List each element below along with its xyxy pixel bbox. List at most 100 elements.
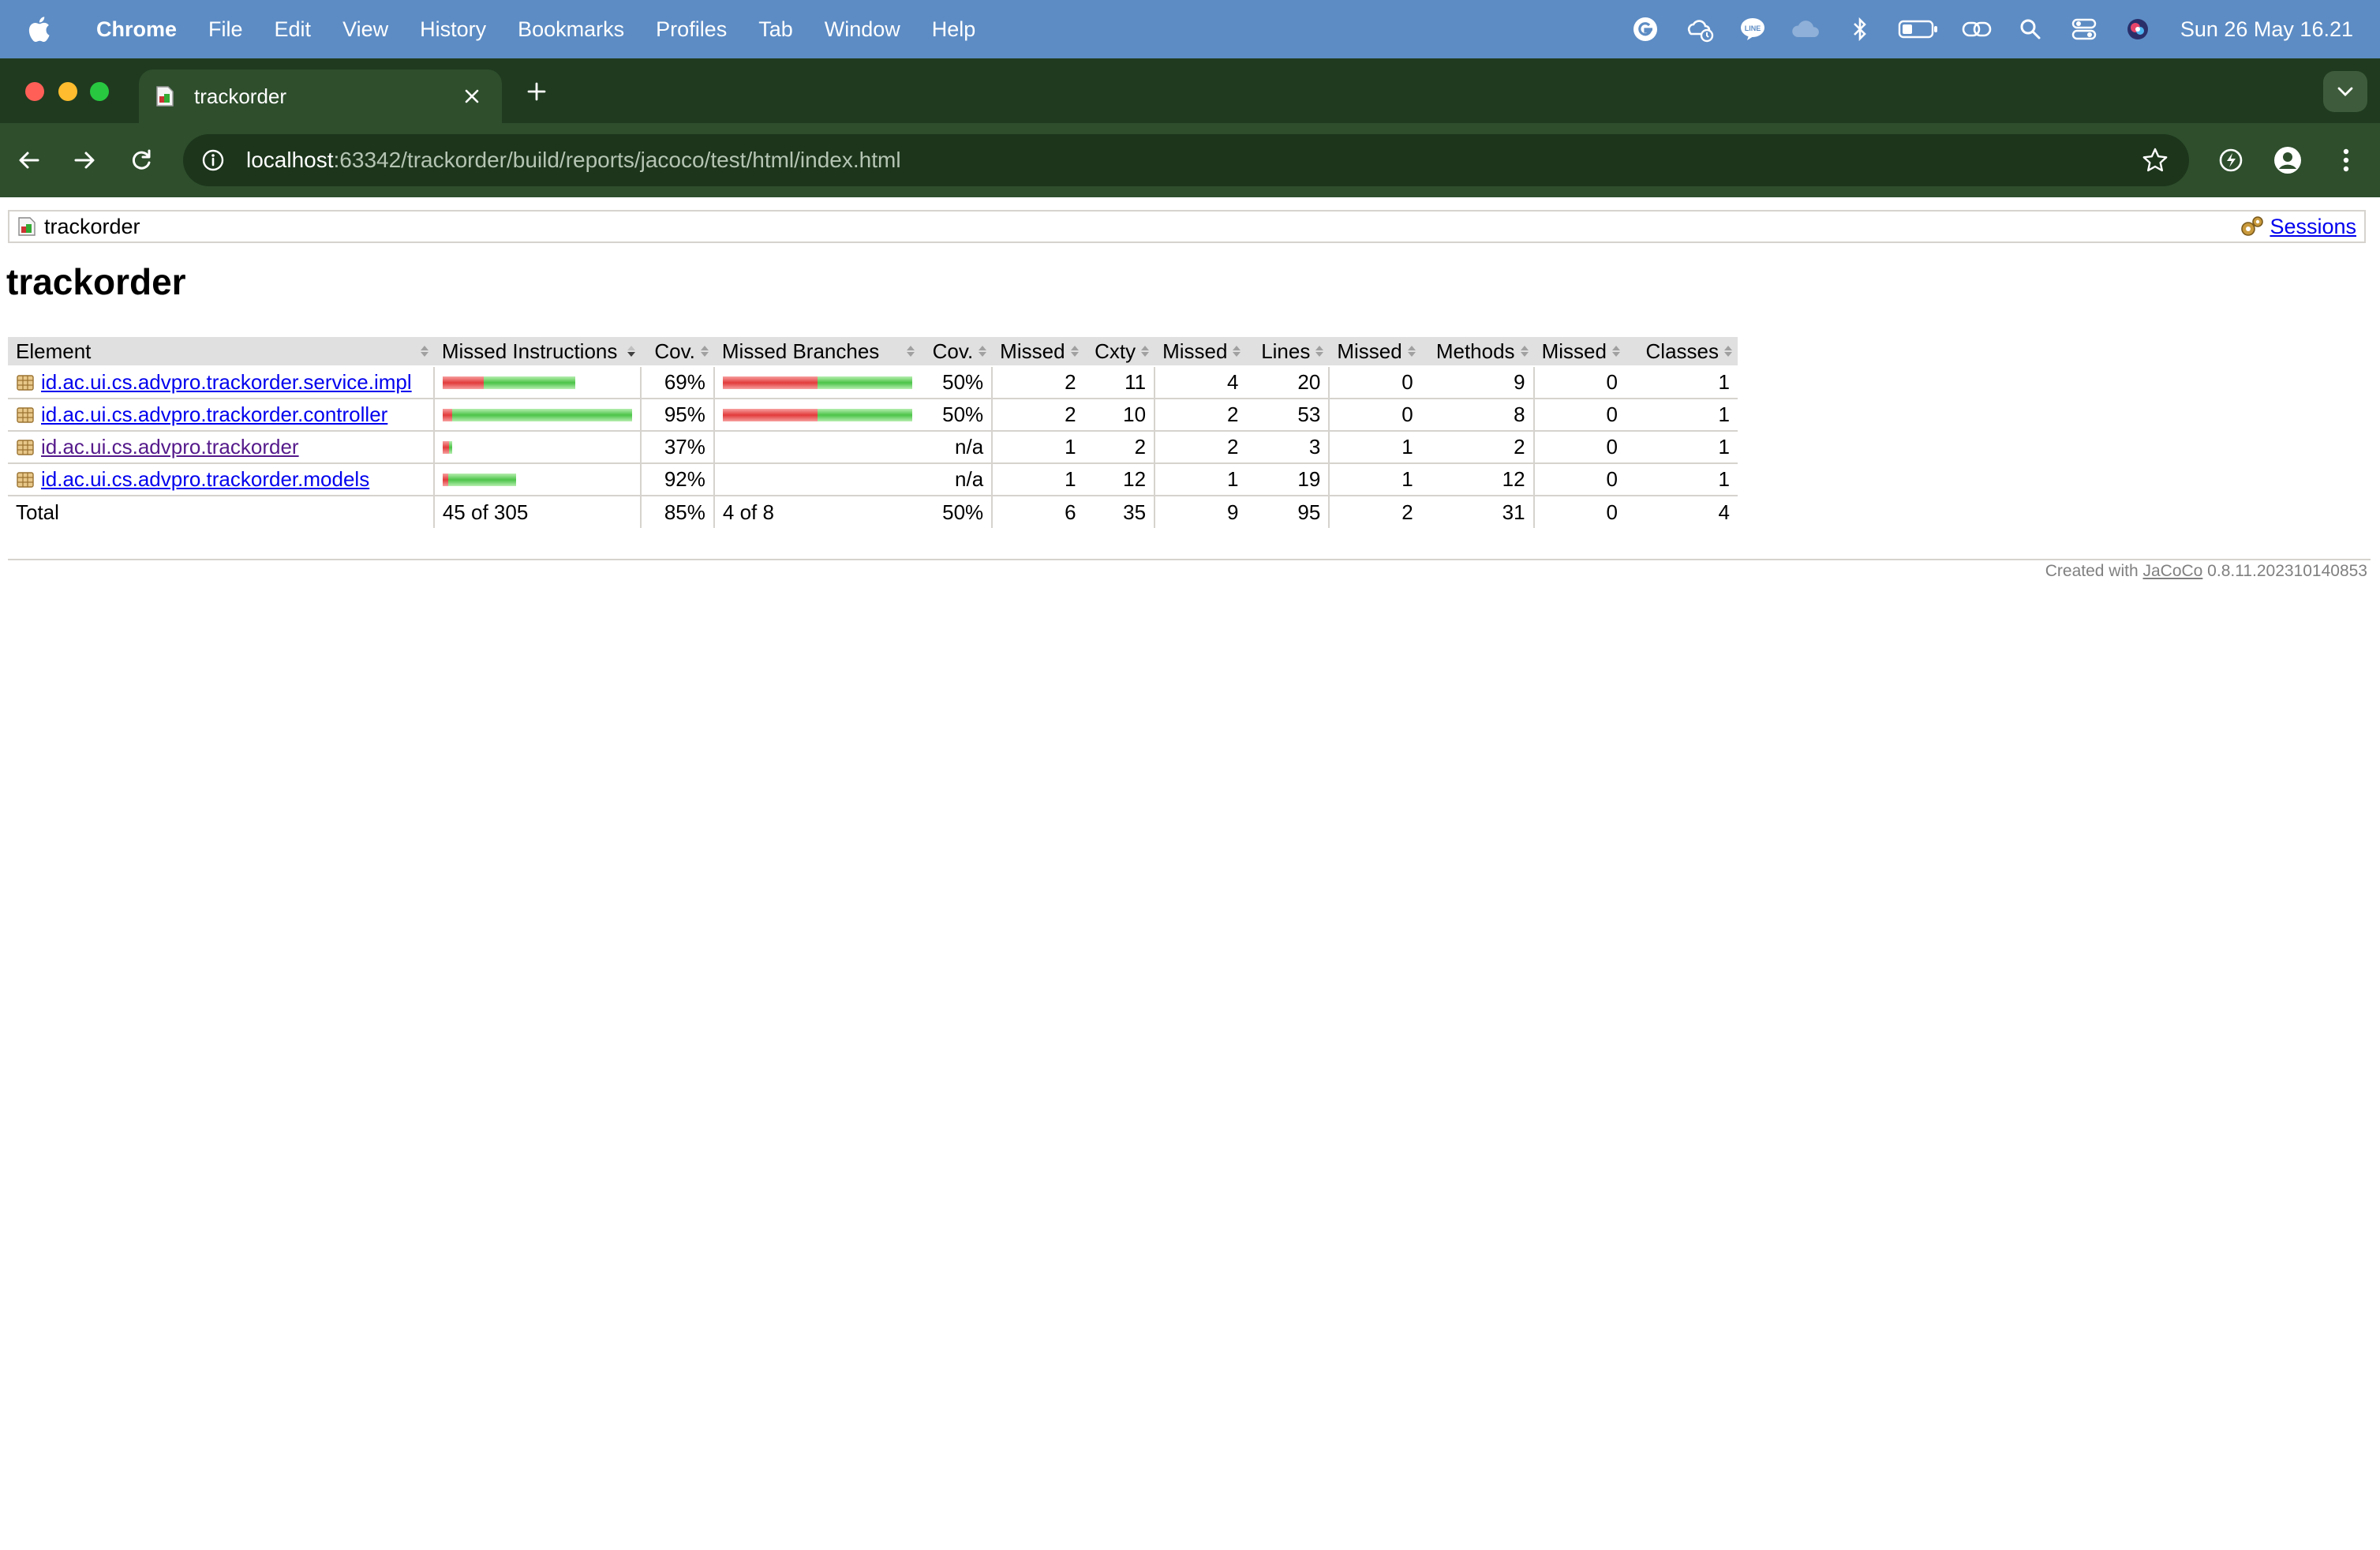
forward-arrow-icon[interactable]	[66, 142, 103, 178]
weather-icon[interactable]	[1683, 13, 1715, 45]
browser-tab-active[interactable]: trackorder	[139, 69, 502, 123]
tab-search-button[interactable]	[2323, 71, 2367, 112]
siri-icon[interactable]	[2122, 13, 2154, 45]
header-instr-cov[interactable]: Cov.	[640, 337, 714, 367]
methods: 2	[1420, 431, 1535, 464]
package-link[interactable]: id.ac.ui.cs.advpro.trackorder	[41, 435, 299, 459]
total-instr-cov: 85%	[640, 496, 715, 528]
profile-avatar-icon[interactable]	[2270, 142, 2306, 178]
new-tab-button[interactable]	[521, 76, 552, 107]
footer-prefix: Created with	[2045, 562, 2143, 580]
bluetooth-icon[interactable]	[1844, 13, 1876, 45]
branches-cov: 50%	[919, 399, 994, 432]
header-element[interactable]: Element	[8, 337, 434, 367]
menu-history[interactable]: History	[420, 17, 486, 42]
extension-icon[interactable]	[2213, 142, 2249, 178]
header-lines[interactable]: Lines	[1246, 337, 1330, 367]
header-cxty[interactable]: Cxty	[1083, 337, 1155, 367]
lines-missed: 2	[1154, 399, 1247, 432]
footer: Created with JaCoCo 0.8.11.202310140853	[2045, 562, 2367, 581]
classes-missed: 0	[1533, 431, 1626, 464]
package-icon	[17, 440, 34, 455]
screen-mirroring-icon[interactable]	[1961, 13, 1993, 45]
header-branch-cov[interactable]: Cov.	[919, 337, 993, 367]
menu-view[interactable]: View	[342, 17, 388, 42]
package-link[interactable]: id.ac.ui.cs.advpro.trackorder.service.im…	[41, 370, 412, 394]
sessions-link[interactable]: Sessions	[2270, 215, 2356, 239]
branches-cov: n/a	[919, 431, 994, 464]
back-arrow-icon[interactable]	[11, 142, 47, 178]
methods: 12	[1420, 463, 1535, 496]
chrome-menu-icon[interactable]	[2328, 142, 2364, 178]
menu-tab[interactable]: Tab	[758, 17, 793, 42]
cloud-icon[interactable]	[1791, 13, 1822, 45]
header-methods[interactable]: Methods	[1420, 337, 1534, 367]
cxty: 11	[1083, 366, 1156, 399]
element-cell: id.ac.ui.cs.advpro.trackorder.controller	[8, 399, 434, 432]
breadcrumb-current: trackorder	[44, 214, 140, 238]
package-icon	[17, 375, 34, 391]
control-center-icon[interactable]	[2068, 13, 2100, 45]
methods-missed: 0	[1329, 399, 1421, 432]
total-cxty: 35	[1083, 496, 1156, 528]
element-cell: id.ac.ui.cs.advpro.trackorder	[8, 431, 434, 464]
jacoco-link[interactable]: JaCoCo	[2142, 562, 2202, 580]
menu-help[interactable]: Help	[932, 17, 976, 42]
methods-missed: 0	[1329, 366, 1421, 399]
instructions-covered-bar	[447, 473, 516, 486]
package-link[interactable]: id.ac.ui.cs.advpro.trackorder.models	[41, 467, 369, 491]
classes-missed: 0	[1533, 399, 1626, 432]
instructions-bar-cell	[432, 399, 642, 432]
header-missed-classes[interactable]: Missed	[1533, 337, 1626, 367]
apple-menu-icon[interactable]	[21, 16, 57, 43]
window-minimize-button[interactable]	[58, 82, 77, 101]
header-missed-branches[interactable]: Missed Branches	[713, 337, 920, 367]
branches-bar-cell	[713, 366, 920, 399]
header-missed-instructions[interactable]: Missed Instructions	[433, 337, 641, 367]
svg-text:LINE: LINE	[1745, 24, 1761, 32]
header-missed-methods[interactable]: Missed	[1329, 337, 1421, 367]
cxty: 2	[1083, 431, 1156, 464]
total-lines: 95	[1246, 496, 1330, 528]
site-info-icon[interactable]	[197, 144, 229, 176]
branches-cov: 50%	[919, 366, 994, 399]
menu-bar-clock[interactable]: Sun 26 May 16.21	[2180, 17, 2353, 42]
header-missed-cxty[interactable]: Missed	[992, 337, 1084, 367]
instructions-covered-bar	[448, 440, 452, 454]
reload-icon[interactable]	[123, 142, 159, 178]
instructions-cov: 95%	[640, 399, 715, 432]
grammarly-icon[interactable]	[1630, 13, 1661, 45]
menu-profiles[interactable]: Profiles	[656, 17, 727, 42]
methods-missed: 1	[1329, 431, 1421, 464]
spotlight-search-icon[interactable]	[2015, 13, 2046, 45]
branches-covered-bar	[817, 376, 912, 389]
table-row: id.ac.ui.cs.advpro.trackorder.controller…	[8, 399, 1738, 432]
menu-file[interactable]: File	[208, 17, 243, 42]
footer-divider	[8, 559, 2371, 560]
menu-window[interactable]: Window	[825, 17, 900, 42]
total-branches: 4 of 8	[722, 500, 774, 524]
header-classes[interactable]: Classes	[1625, 337, 1738, 367]
methods: 8	[1420, 399, 1535, 432]
tab-close-icon[interactable]	[459, 84, 485, 109]
total-classes: 4	[1718, 500, 1730, 524]
address-bar[interactable]: localhost:63342/trackorder/build/reports…	[183, 134, 2189, 186]
total-methods: 31	[1420, 496, 1535, 528]
battery-icon[interactable]	[1898, 13, 1939, 45]
window-close-button[interactable]	[25, 82, 44, 101]
line-app-icon[interactable]: LINE	[1737, 13, 1768, 45]
status-area: LINE Sun 26 May 16.21	[1630, 0, 2380, 58]
menu-edit[interactable]: Edit	[275, 17, 312, 42]
cxty-missed: 1	[992, 463, 1084, 496]
cxty-missed: 2	[992, 366, 1084, 399]
instructions-missed-bar	[442, 376, 484, 389]
window-zoom-button[interactable]	[90, 82, 109, 101]
menu-app-chrome[interactable]: Chrome	[96, 17, 177, 42]
instructions-coverage-bar	[442, 376, 632, 389]
table-total-row: Total 45 of 305 85% 4 of 8 50% 6 35 9 95…	[8, 496, 1738, 528]
menu-bookmarks[interactable]: Bookmarks	[518, 17, 624, 42]
footer-version: 0.8.11.202310140853	[2202, 562, 2367, 580]
package-link[interactable]: id.ac.ui.cs.advpro.trackorder.controller	[41, 402, 387, 426]
header-missed-lines[interactable]: Missed	[1154, 337, 1247, 367]
bookmark-star-icon[interactable]	[2140, 145, 2170, 175]
